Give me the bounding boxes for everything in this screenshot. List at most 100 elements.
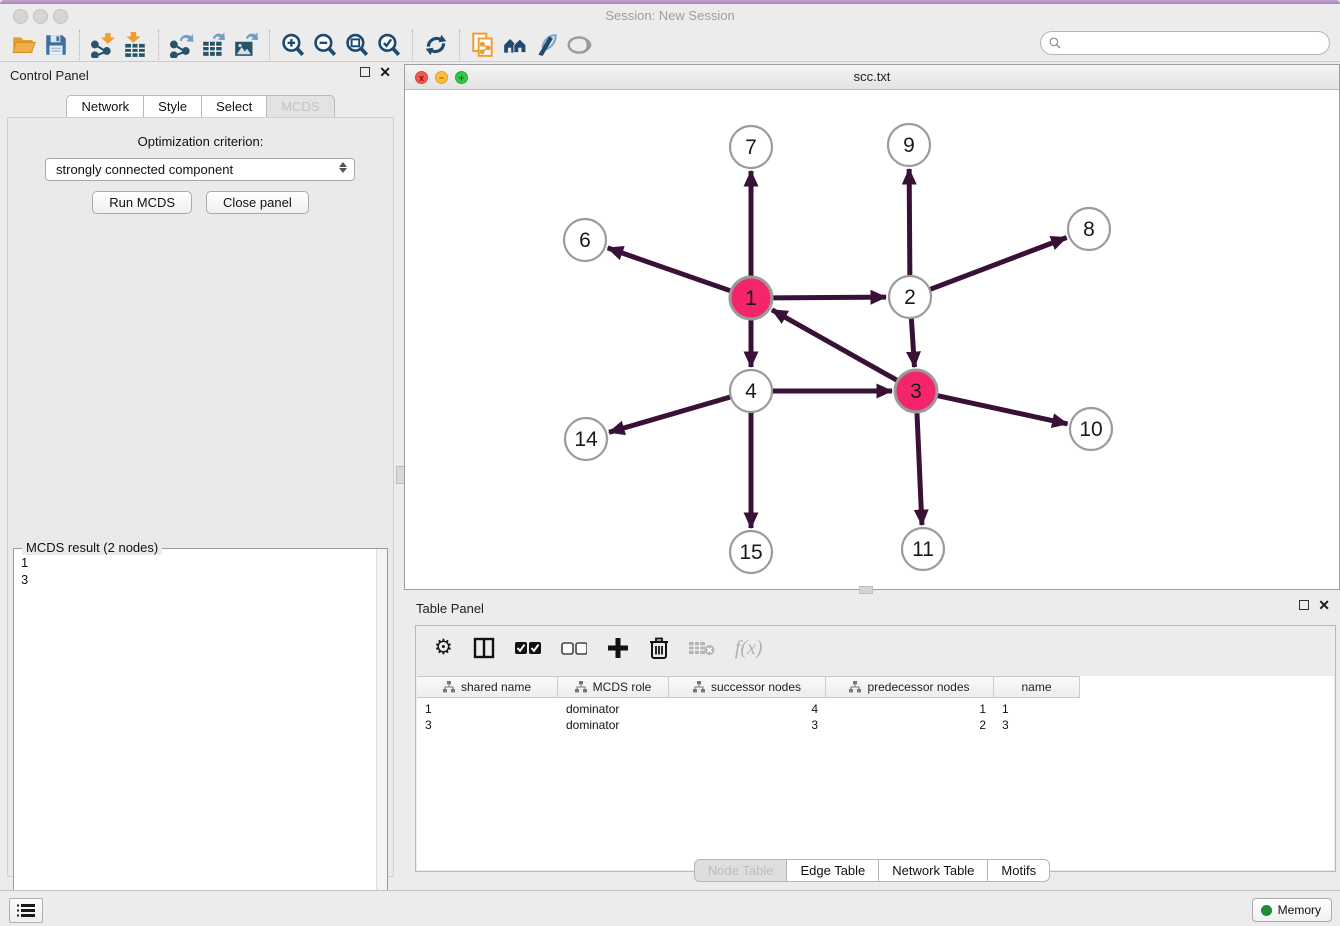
refresh-layout-icon <box>423 32 449 58</box>
tab-edge-table[interactable]: Edge Table <box>787 859 879 882</box>
horizontal-splitter-grip[interactable] <box>859 586 873 594</box>
cell-mcds-role: dominator <box>558 701 669 717</box>
memory-label: Memory <box>1278 903 1321 917</box>
close-table-panel-icon[interactable]: ✕ <box>1318 600 1330 610</box>
column-header-mcds-role[interactable]: MCDS role <box>558 677 669 697</box>
refresh-layout-button[interactable] <box>420 30 452 60</box>
graph-edge[interactable] <box>937 395 1068 423</box>
graph-edge[interactable] <box>772 297 886 298</box>
cell-successor-nodes: 3 <box>669 717 826 733</box>
import-table-icon <box>122 32 148 58</box>
column-header-shared-name[interactable]: shared name <box>417 677 558 697</box>
close-panel-icon[interactable]: ✕ <box>379 67 391 77</box>
zoom-in-icon <box>280 32 306 58</box>
zoom-fit-button[interactable] <box>341 30 373 60</box>
graph-edge[interactable] <box>930 238 1067 290</box>
node-table-container: ⚙ <box>415 625 1336 872</box>
tab-motifs[interactable]: Motifs <box>988 859 1050 882</box>
save-session-button[interactable] <box>40 30 72 60</box>
network-window-titlebar[interactable]: x − + scc.txt <box>405 65 1339 90</box>
float-table-panel-icon[interactable] <box>1299 600 1309 610</box>
table-row[interactable]: 3 dominator 3 2 3 <box>417 717 1334 733</box>
close-panel-button[interactable]: Close panel <box>206 191 309 214</box>
function-builder-icon[interactable]: f(x) <box>735 637 763 660</box>
tab-network-table[interactable]: Network Table <box>879 859 988 882</box>
float-panel-icon[interactable] <box>360 67 370 77</box>
graph-edge[interactable] <box>909 169 910 276</box>
tab-style[interactable]: Style <box>144 95 202 118</box>
tab-node-table[interactable]: Node Table <box>694 859 788 882</box>
select-all-icon[interactable] <box>515 641 541 655</box>
settings-gear-icon[interactable]: ⚙ <box>434 638 453 658</box>
graph-edge[interactable] <box>772 310 898 381</box>
network-canvas[interactable]: 7968124314101511 <box>405 90 1339 589</box>
search-field[interactable] <box>1040 31 1330 55</box>
graph-node-label: 15 <box>739 541 762 564</box>
node-table: shared name MCDS role successor nodes pr… <box>417 676 1334 870</box>
combo-stepper-icon <box>339 162 347 173</box>
column-header-name[interactable]: name <box>994 677 1080 697</box>
search-icon <box>1048 36 1062 50</box>
criterion-select[interactable]: strongly connected component <box>45 158 355 181</box>
add-column-icon[interactable] <box>607 637 629 659</box>
criterion-value: strongly connected component <box>56 162 233 177</box>
graph-edge[interactable] <box>608 248 732 291</box>
import-table-button[interactable] <box>119 30 151 60</box>
cell-successor-nodes: 4 <box>669 701 826 717</box>
table-row[interactable]: 1 dominator 4 1 1 <box>417 701 1334 717</box>
export-network-button[interactable] <box>166 30 198 60</box>
table-panel-tabs: Node Table Edge Table Network Table Moti… <box>404 859 1340 882</box>
titlebar: Session: New Session <box>0 4 1340 28</box>
hide-graphics-details-button[interactable] <box>531 30 563 60</box>
first-neighbors-button[interactable] <box>499 30 531 60</box>
birds-eye-view-icon <box>566 32 592 58</box>
graph-edge[interactable] <box>911 318 914 367</box>
new-network-from-selection-button[interactable] <box>467 30 499 60</box>
graph-node-label: 8 <box>1083 218 1095 241</box>
main-toolbar <box>0 28 1340 62</box>
deselect-all-icon[interactable] <box>561 641 587 655</box>
control-panel-tabs: Network Style Select MCDS <box>0 95 401 118</box>
cell-name: 1 <box>994 701 1080 717</box>
graph-node-label: 4 <box>745 380 757 403</box>
control-panel: Control Panel ✕ Network Style Select MCD… <box>0 62 401 885</box>
graph-node-label: 3 <box>910 380 922 403</box>
birds-eye-view-button[interactable] <box>563 30 595 60</box>
open-session-icon <box>11 32 37 58</box>
table-header-row: shared name MCDS role successor nodes pr… <box>417 676 1080 698</box>
toolbar-separator <box>269 30 270 60</box>
memory-button[interactable]: Memory <box>1252 898 1332 922</box>
zoom-out-button[interactable] <box>309 30 341 60</box>
result-scrollbar[interactable] <box>376 549 387 925</box>
split-view-icon[interactable] <box>473 637 495 659</box>
export-table-button[interactable] <box>198 30 230 60</box>
graph-edge[interactable] <box>609 397 731 432</box>
import-network-button[interactable] <box>87 30 119 60</box>
tab-mcds[interactable]: MCDS <box>267 95 334 118</box>
export-image-button[interactable] <box>230 30 262 60</box>
optimization-criterion-label: Optimization criterion: <box>8 134 393 149</box>
column-header-successor-nodes[interactable]: successor nodes <box>669 677 826 697</box>
zoom-selected-icon <box>376 32 402 58</box>
import-network-icon <box>90 32 116 58</box>
open-session-button[interactable] <box>8 30 40 60</box>
delete-table-icon[interactable] <box>689 639 715 657</box>
window-title: Session: New Session <box>0 8 1340 23</box>
tab-select[interactable]: Select <box>202 95 267 118</box>
tab-network[interactable]: Network <box>66 95 144 118</box>
attribute-icon <box>849 681 861 693</box>
column-header-predecessor-nodes[interactable]: predecessor nodes <box>826 677 994 697</box>
show-panels-button[interactable] <box>9 898 43 923</box>
run-mcds-button[interactable]: Run MCDS <box>92 191 192 214</box>
mcds-result-text[interactable]: 1 3 <box>14 549 376 925</box>
graph-node-label: 7 <box>745 136 757 159</box>
zoom-in-button[interactable] <box>277 30 309 60</box>
cell-name: 3 <box>994 717 1080 733</box>
graph-edge[interactable] <box>917 412 922 525</box>
export-table-icon <box>201 32 227 58</box>
toolbar-separator <box>412 30 413 60</box>
search-input[interactable] <box>1062 33 1329 53</box>
zoom-selected-button[interactable] <box>373 30 405 60</box>
list-icon <box>16 903 36 919</box>
delete-icon[interactable] <box>649 637 669 659</box>
